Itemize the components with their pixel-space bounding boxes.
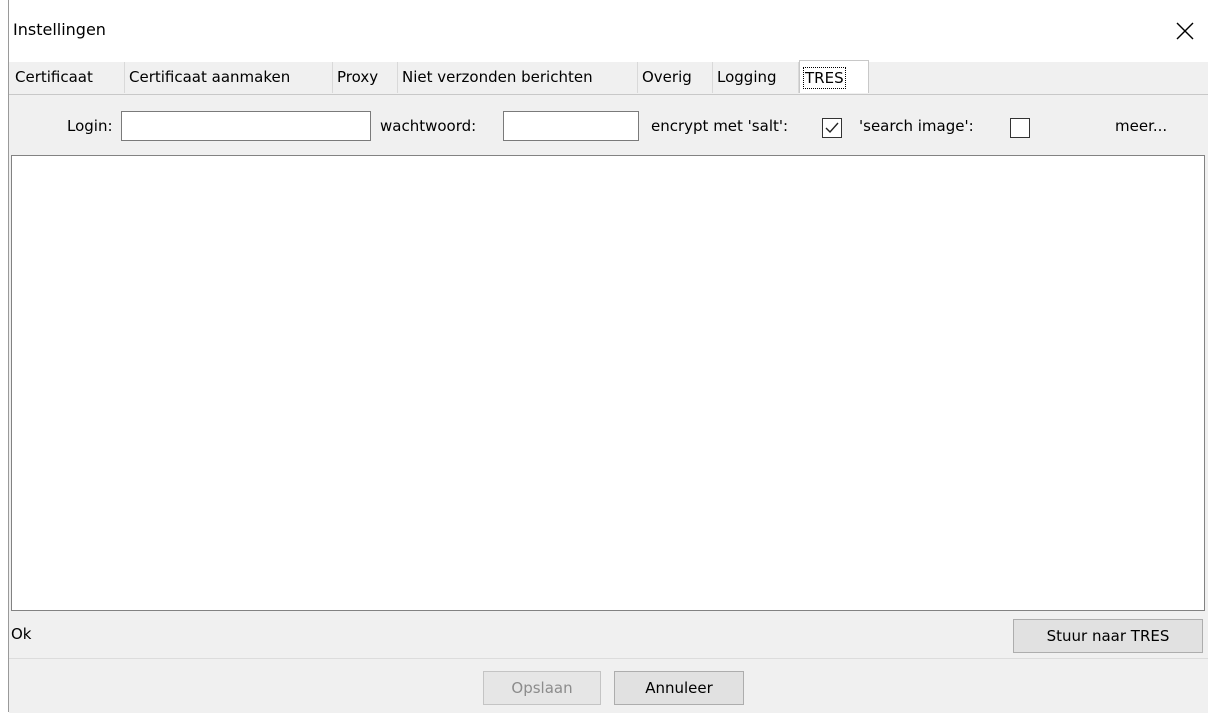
- tab-tres[interactable]: TRES: [799, 60, 869, 93]
- password-label: wachtwoord:: [380, 117, 477, 135]
- search-image-label: 'search image':: [859, 117, 974, 135]
- tab-label: Proxy: [337, 68, 379, 86]
- tab-certificaat-aanmaken[interactable]: Certificaat aanmaken: [125, 62, 333, 93]
- tab-label: Overig: [642, 68, 692, 86]
- status-text: Ok: [11, 625, 32, 643]
- tres-panel: Login: wachtwoord: encrypt met 'salt': '…: [9, 94, 1208, 713]
- checkmark-icon: [825, 122, 839, 134]
- cancel-button[interactable]: Annuleer: [614, 671, 744, 705]
- tab-label: Certificaat: [15, 68, 93, 86]
- tab-niet-verzonden-berichten[interactable]: Niet verzonden berichten: [398, 62, 638, 93]
- settings-dialog: Instellingen Certificaat Certificaat aan…: [8, 0, 1208, 713]
- salt-label: encrypt met 'salt':: [651, 117, 789, 135]
- tab-overig[interactable]: Overig: [638, 62, 713, 93]
- salt-checkbox[interactable]: [822, 118, 842, 138]
- tab-label: Niet verzonden berichten: [402, 68, 593, 86]
- output-textarea[interactable]: [11, 155, 1205, 611]
- tab-proxy[interactable]: Proxy: [333, 62, 398, 93]
- footer-divider: [9, 658, 1208, 659]
- tab-certificaat[interactable]: Certificaat: [11, 62, 125, 93]
- close-icon: [1176, 22, 1194, 40]
- tab-label: Logging: [717, 68, 777, 86]
- tab-label: Certificaat aanmaken: [129, 68, 291, 86]
- tab-bar: Certificaat Certificaat aanmaken Proxy N…: [9, 60, 1208, 94]
- send-to-tres-button[interactable]: Stuur naar TRES: [1013, 619, 1203, 653]
- login-input[interactable]: [121, 111, 371, 141]
- close-button[interactable]: [1162, 8, 1208, 54]
- window-title: Instellingen: [13, 20, 106, 39]
- save-button[interactable]: Opslaan: [483, 671, 601, 705]
- title-bar[interactable]: Instellingen: [9, 0, 1208, 62]
- tab-logging[interactable]: Logging: [713, 62, 799, 93]
- more-link[interactable]: meer...: [1115, 117, 1167, 135]
- search-image-checkbox[interactable]: [1010, 118, 1030, 138]
- tab-label: TRES: [803, 67, 846, 89]
- login-label: Login:: [67, 117, 113, 135]
- password-input[interactable]: [503, 111, 639, 141]
